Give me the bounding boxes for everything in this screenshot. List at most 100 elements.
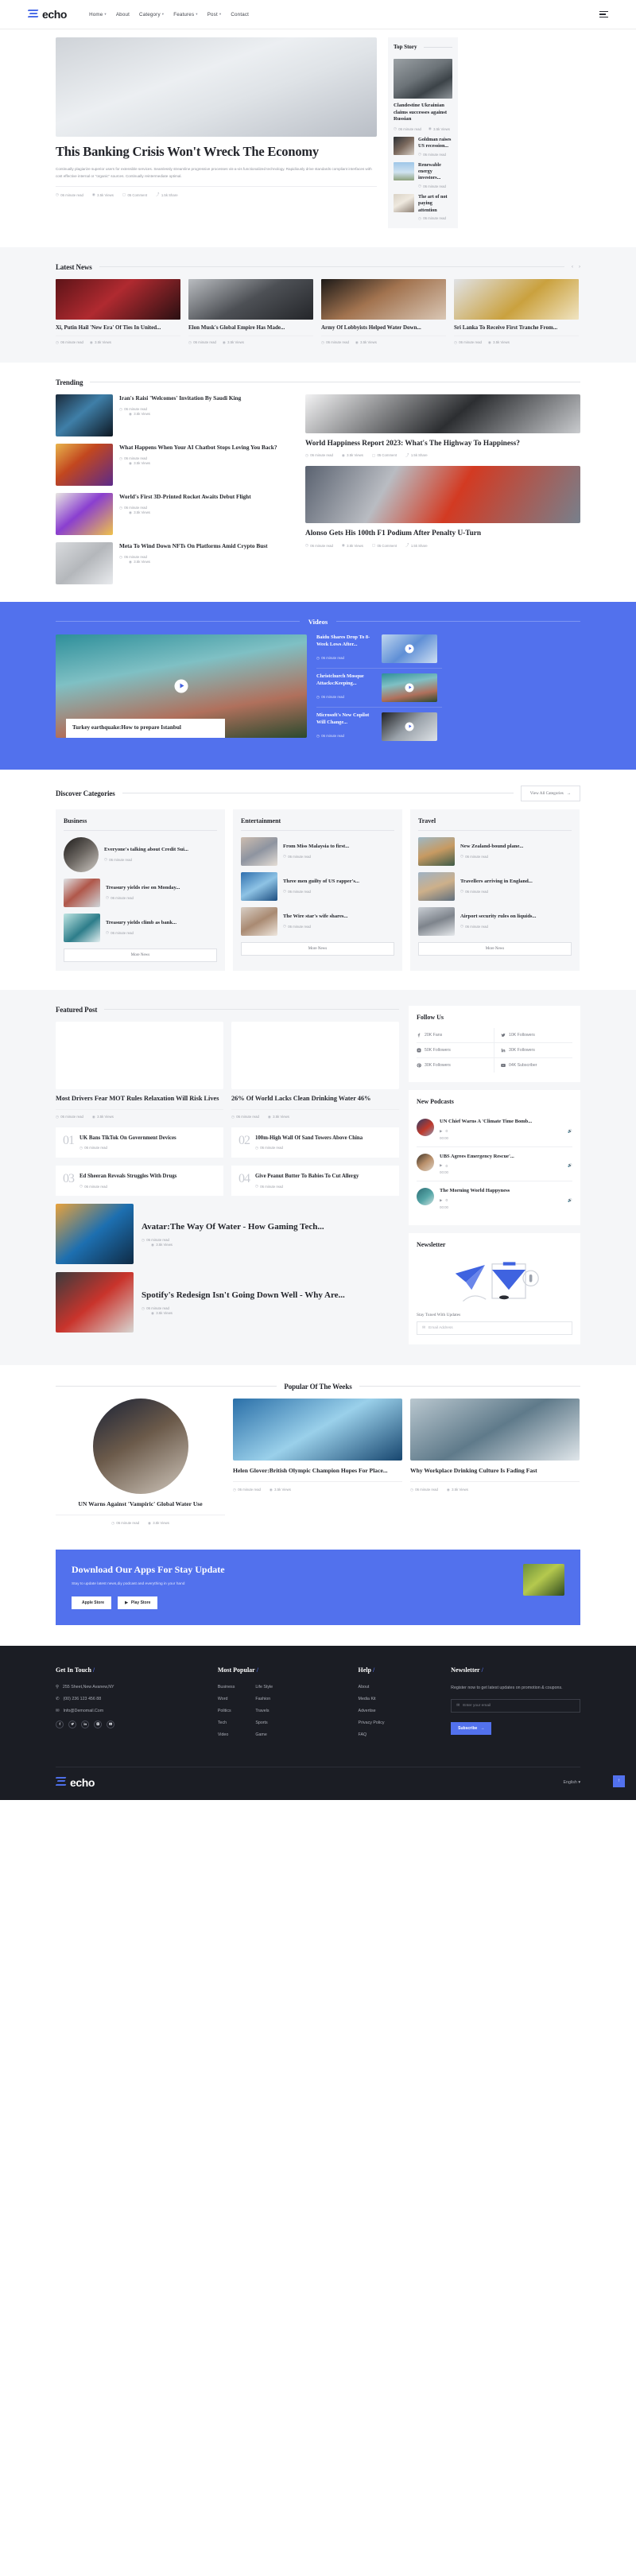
volume-icon[interactable]: 🔊 <box>568 1163 572 1168</box>
news-card[interactable]: Elon Musk's Global Empire Has Made... ◷ 0… <box>188 278 313 345</box>
footer-link[interactable]: Sports <box>255 1721 273 1725</box>
category-item[interactable]: Airport security rules on liquids... ◷ 06… <box>418 906 572 936</box>
footer-email-input[interactable]: ✉ Enter your email <box>451 1698 580 1713</box>
more-news-button[interactable]: More News <box>241 941 394 956</box>
video-list-item[interactable]: Christchurch Mosque Attacks:Keeping... ◷… <box>316 673 442 708</box>
footer-link[interactable]: Media Kit <box>359 1697 444 1701</box>
footer-link[interactable]: Travels <box>255 1709 273 1713</box>
trending-item[interactable]: Iran's Raisi 'Welcomes' Invitation By Sa… <box>56 394 294 436</box>
footer-link[interactable]: Business <box>218 1685 235 1690</box>
news-card[interactable]: Xi, Putin Hail 'New Era' Of Ties In Unit… <box>56 278 180 345</box>
more-news-button[interactable]: More News <box>64 948 217 962</box>
wide-post[interactable]: Spotify's Redesign Isn't Going Down Well… <box>56 1272 399 1333</box>
footer-link[interactable]: Advertise <box>359 1709 444 1713</box>
footer-link[interactable]: About <box>359 1685 444 1690</box>
newsletter-email-input[interactable]: ✉ Email Address <box>417 1321 572 1335</box>
social-twitter[interactable]: 10K Followers <box>494 1028 572 1043</box>
social-youtube[interactable]: 04K Subscriber <box>494 1058 572 1073</box>
instagram-icon[interactable] <box>94 1720 102 1728</box>
category-item[interactable]: Everyone's talking about Credit Sui... ◷… <box>64 836 217 872</box>
podcast-item[interactable]: UN Chief Warns A 'Climate Time Bomb... ▶… <box>417 1112 572 1147</box>
language-selector[interactable]: English ▾ <box>563 1780 580 1785</box>
trending-item[interactable]: World's First 3D-Printed Rocket Awaits D… <box>56 492 294 535</box>
category-item[interactable]: The Wire star's wife shares... ◷ 06 minut… <box>241 906 394 936</box>
prev-arrow-icon[interactable]: ‹ <box>572 265 573 270</box>
featured-card[interactable]: 26% Of World Lacks Clean Drinking Water … <box>231 1021 399 1119</box>
category-item[interactable]: Treasury yields climb as bank... ◷ 06 min… <box>64 913 217 942</box>
play-icon[interactable] <box>405 722 414 731</box>
numbered-item[interactable]: 04 Give Peanut Butter To Babies To Cut A… <box>231 1165 399 1197</box>
back-to-top-button[interactable]: ↑ <box>613 1775 625 1787</box>
social-linkedin[interactable]: 30K Followers <box>494 1043 572 1058</box>
footer-link[interactable]: Word <box>218 1697 235 1701</box>
featured-card[interactable]: Most Drivers Fear MOT Rules Relaxation W… <box>56 1021 223 1119</box>
footer-link[interactable]: Fashion <box>255 1697 273 1701</box>
social-pinterest[interactable]: 30K Followers <box>417 1057 494 1073</box>
popular-card[interactable]: Helen Glover:British Olympic Champion Ho… <box>233 1398 402 1526</box>
trending-item[interactable]: Meta To Wind Down NFTs On Platforms Amid… <box>56 541 294 584</box>
numbered-item[interactable]: 02 100m-High Wall Of Sand Towers Above C… <box>231 1127 399 1158</box>
play-icon[interactable] <box>405 644 414 654</box>
play-icon[interactable] <box>405 683 414 692</box>
featured-video[interactable]: Turkey earthquake:How to prepare Istanbu… <box>56 634 307 738</box>
trending-item[interactable]: What Happens When Your AI Chatbot Stops … <box>56 443 294 486</box>
list-item[interactable]: Goldman raises US recession... ◷ 06 minut… <box>394 137 452 157</box>
news-card[interactable]: Sri Lanka To Receive First Tranche From.… <box>454 278 579 345</box>
category-item[interactable]: From Miss Malaysia to first... ◷ 06 minut… <box>241 836 394 866</box>
video-list-item[interactable]: Microsoft's New Copilot Will Change... ◷… <box>316 712 442 746</box>
category-item[interactable]: Three men guilty of US rapper's... ◷ 06 m… <box>241 871 394 901</box>
volume-icon[interactable]: 🔊 <box>568 1129 572 1134</box>
footer-email[interactable]: ✉ Info@Demomail.Com <box>56 1709 210 1713</box>
nav-item-category[interactable]: Category ▾ <box>139 12 164 17</box>
list-item[interactable]: The art of not paying attention ◷ 06 minu… <box>394 194 452 220</box>
nav-item-contact[interactable]: Contact <box>231 12 249 17</box>
twitter-icon[interactable] <box>68 1720 76 1728</box>
footer-link[interactable]: Life Style <box>255 1685 273 1690</box>
trending-feature[interactable]: World Happiness Report 2023: What's The … <box>305 394 580 458</box>
category-item[interactable]: Travellers arriving in England... ◷ 06 mi… <box>418 871 572 901</box>
volume-icon[interactable]: 🔊 <box>568 1198 572 1203</box>
popular-card[interactable]: UN Warns Against 'Vampiric' Global Water… <box>56 1398 225 1526</box>
footer-link[interactable]: Tech <box>218 1721 235 1725</box>
play-icon[interactable] <box>174 679 188 693</box>
youtube-icon[interactable] <box>107 1720 114 1728</box>
numbered-item[interactable]: 03 Ed Sheeran Reveals Struggles With Dru… <box>56 1165 223 1197</box>
next-arrow-icon[interactable]: › <box>579 265 580 270</box>
play-icon[interactable]: ▶ <box>440 1198 443 1203</box>
top-story-lead[interactable]: Clandestine Ukrainian claims successes a… <box>394 59 452 131</box>
video-list-item[interactable]: Baidu Shares Drop To 8-Week Lows After..… <box>316 634 442 669</box>
footer-link[interactable]: Politics <box>218 1709 235 1713</box>
footer-link[interactable]: FAQ <box>359 1732 444 1737</box>
nav-item-home[interactable]: Home ▾ <box>89 12 107 17</box>
play-icon[interactable]: ▶ <box>440 1129 443 1134</box>
site-logo[interactable]: echo <box>27 8 67 21</box>
play-store-button[interactable]: ▶ Play Store <box>118 1596 158 1609</box>
wide-post[interactable]: Avatar:The Way Of Water - How Gaming Tec… <box>56 1204 399 1265</box>
play-icon[interactable]: ▶ <box>440 1163 443 1168</box>
news-card[interactable]: Army Of Lobbyists Helped Water Down... ◷… <box>321 278 446 345</box>
facebook-icon[interactable] <box>56 1720 64 1728</box>
footer-link[interactable]: Game <box>255 1732 273 1737</box>
social-instagram[interactable]: 50K Followers <box>417 1042 494 1058</box>
linkedin-icon[interactable] <box>81 1720 89 1728</box>
social-facebook[interactable]: 20K Fans <box>417 1027 494 1043</box>
footer-logo[interactable]: echo <box>55 1776 95 1789</box>
nav-item-post[interactable]: Post ▾ <box>207 12 222 17</box>
popular-card[interactable]: Why Workplace Drinking Culture Is Fading… <box>410 1398 580 1526</box>
menu-icon[interactable] <box>599 10 608 18</box>
trending-feature[interactable]: Alonso Gets His 100th F1 Podium After Pe… <box>305 465 580 548</box>
footer-link[interactable]: Video <box>218 1732 235 1737</box>
footer-link[interactable]: Privacy Policy <box>359 1721 444 1725</box>
numbered-item[interactable]: 01 UK Bans TikTok On Government Devices … <box>56 1127 223 1158</box>
category-item[interactable]: New Zealand-bound plane... ◷ 06 minute re… <box>418 836 572 866</box>
list-item[interactable]: Renewable energy investors... ◷ 06 minute… <box>394 162 452 188</box>
footer-phone[interactable]: ✆ (00) 236 123 456 88 <box>56 1697 210 1701</box>
podcast-item[interactable]: UBS Agrees Emergency Rescue'... ▶ 0 🔊 00:0… <box>417 1147 572 1182</box>
category-item[interactable]: Treasury yields rise on Monday... ◷ 06 mi… <box>64 878 217 907</box>
more-news-button[interactable]: More News <box>418 941 572 956</box>
view-all-categories-button[interactable]: View All Categories → <box>520 785 580 801</box>
nav-item-about[interactable]: About <box>116 12 130 17</box>
podcast-item[interactable]: The Morning World Happyness ▶ 0 🔊 00:00 <box>417 1181 572 1216</box>
apple-store-button[interactable]: Apple Store <box>72 1596 112 1609</box>
hero-article[interactable]: This Banking Crisis Won't Wreck The Econ… <box>56 37 377 228</box>
